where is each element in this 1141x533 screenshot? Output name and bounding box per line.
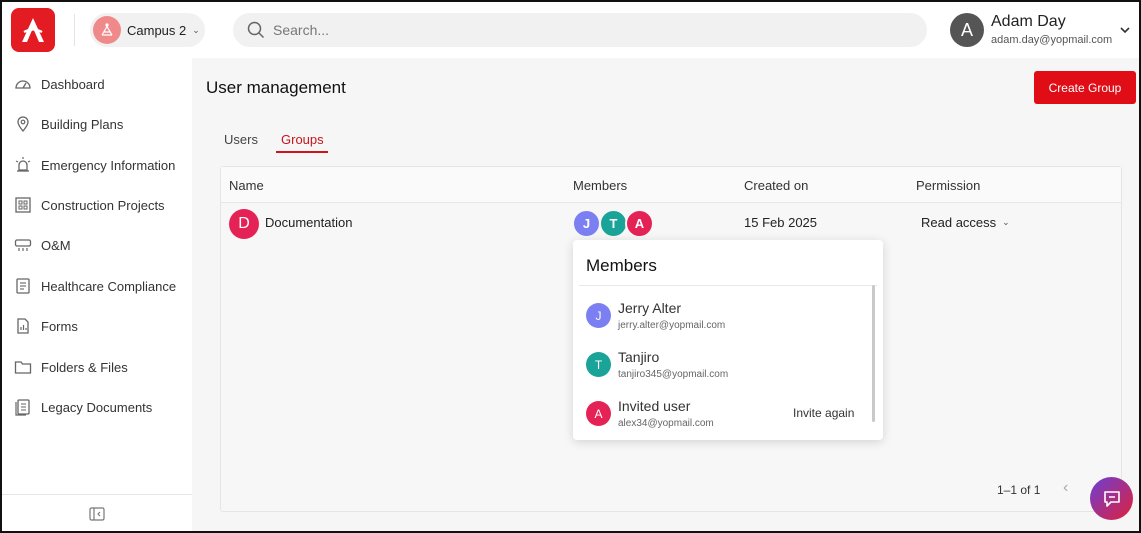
- sidebar-item-label: Forms: [41, 318, 78, 334]
- member-email: jerry.alter@yopmail.com: [618, 320, 726, 331]
- created-on-value: 15 Feb 2025: [744, 215, 818, 230]
- building-icon: [15, 197, 31, 213]
- sidebar-item-label: Dashboard: [41, 76, 105, 92]
- campus-selector[interactable]: Campus 2 ⌄: [90, 13, 205, 47]
- sidebar-item-dashboard[interactable]: Dashboard: [14, 71, 105, 97]
- member-avatar: A: [586, 401, 611, 426]
- member-avatar: J: [586, 303, 611, 328]
- page-title: User management: [206, 78, 346, 97]
- chat-button[interactable]: [1090, 477, 1133, 520]
- map-pin-icon: [17, 116, 29, 133]
- active-tab-indicator: [276, 151, 328, 153]
- member-email: alex34@yopmail.com: [618, 418, 714, 429]
- popover-divider: [579, 285, 877, 286]
- sidebar: Dashboard Building Plans Emergency Infor…: [2, 58, 192, 531]
- sidebar-item-om[interactable]: O&M: [14, 232, 71, 258]
- collapse-sidebar-icon[interactable]: [89, 507, 105, 521]
- sidebar-item-label: Building Plans: [41, 116, 124, 132]
- sidebar-item-label: Folders & Files: [41, 359, 128, 375]
- permission-dropdown[interactable]: Read access ⌄: [921, 215, 1010, 230]
- form-icon: [17, 318, 29, 334]
- group-avatar: D: [229, 209, 259, 239]
- member-avatar: T: [586, 352, 611, 377]
- campus-icon: [93, 16, 121, 44]
- chat-icon: [1103, 490, 1120, 507]
- member-avatar[interactable]: A: [625, 209, 654, 238]
- sidebar-item-label: O&M: [41, 237, 71, 253]
- sidebar-item-building-plans[interactable]: Building Plans: [14, 111, 123, 137]
- member-avatar[interactable]: T: [599, 209, 628, 238]
- member-name: Invited user: [618, 398, 691, 414]
- sidebar-item-construction-projects[interactable]: Construction Projects: [14, 192, 165, 218]
- app-logo[interactable]: [11, 8, 55, 52]
- sidebar-item-healthcare-compliance[interactable]: Healthcare Compliance: [14, 273, 176, 299]
- sidebar-item-label: Legacy Documents: [41, 399, 153, 415]
- sidebar-item-label: Healthcare Compliance: [41, 278, 177, 294]
- user-email: adam.day@yopmail.com: [991, 34, 1113, 46]
- sidebar-footer: [2, 494, 192, 531]
- documents-icon: [15, 399, 30, 416]
- popover-scrollbar[interactable]: [872, 285, 875, 422]
- tab-users[interactable]: Users: [224, 132, 258, 147]
- sidebar-item-label: Construction Projects: [41, 197, 165, 213]
- sidebar-item-label: Emergency Information: [41, 157, 176, 173]
- search-icon: [247, 21, 265, 39]
- gauge-icon: [15, 80, 31, 89]
- group-name[interactable]: Documentation: [265, 215, 352, 230]
- header-divider: [74, 14, 75, 46]
- campus-label: Campus 2: [127, 22, 187, 38]
- chevron-down-icon: ⌄: [192, 24, 200, 35]
- members-popover: Members J Jerry Alter jerry.alter@yopmai…: [573, 240, 883, 440]
- member-name: Tanjiro: [618, 349, 660, 365]
- sidebar-item-legacy-documents[interactable]: Legacy Documents: [14, 394, 152, 420]
- chevron-down-icon: ⌄: [1002, 217, 1010, 227]
- column-header-members[interactable]: Members: [573, 178, 627, 193]
- ac-unit-icon: [14, 239, 32, 251]
- previous-page-icon[interactable]: ‹: [1063, 479, 1068, 497]
- user-menu-chevron-icon[interactable]: [1119, 24, 1131, 36]
- member-name: Jerry Alter: [618, 300, 682, 316]
- popover-title: Members: [586, 256, 657, 275]
- logo-icon: [22, 18, 44, 42]
- app-window: Campus 2 ⌄ A Adam Day adam.day@yopmail.c…: [0, 0, 1141, 533]
- user-avatar[interactable]: A: [950, 13, 984, 47]
- permission-value: Read access: [921, 215, 997, 230]
- checklist-icon: [16, 278, 30, 294]
- sidebar-item-emergency-information[interactable]: Emergency Information: [14, 152, 175, 178]
- top-bar: Campus 2 ⌄ A Adam Day adam.day@yopmail.c…: [2, 2, 1139, 58]
- search-bar[interactable]: [233, 13, 927, 47]
- search-input[interactable]: [273, 22, 893, 38]
- column-header-created-on[interactable]: Created on: [744, 178, 808, 193]
- column-header-permission[interactable]: Permission: [916, 178, 980, 193]
- folder-icon: [14, 361, 32, 374]
- table-header: Name Members Created on Permission: [221, 167, 1121, 203]
- alarm-icon: [15, 157, 31, 172]
- sidebar-item-folders-files[interactable]: Folders & Files: [14, 354, 128, 380]
- sidebar-item-forms[interactable]: Forms: [14, 313, 78, 339]
- invite-again-button[interactable]: Invite again: [793, 406, 854, 420]
- member-avatar[interactable]: J: [572, 209, 601, 238]
- tab-groups[interactable]: Groups: [281, 132, 324, 147]
- column-header-name[interactable]: Name: [229, 178, 264, 193]
- create-group-button[interactable]: Create Group: [1034, 71, 1136, 104]
- pagination-info: 1–1 of 1: [997, 483, 1041, 497]
- user-name: Adam Day: [991, 13, 1066, 30]
- member-email: tanjiro345@yopmail.com: [618, 369, 729, 380]
